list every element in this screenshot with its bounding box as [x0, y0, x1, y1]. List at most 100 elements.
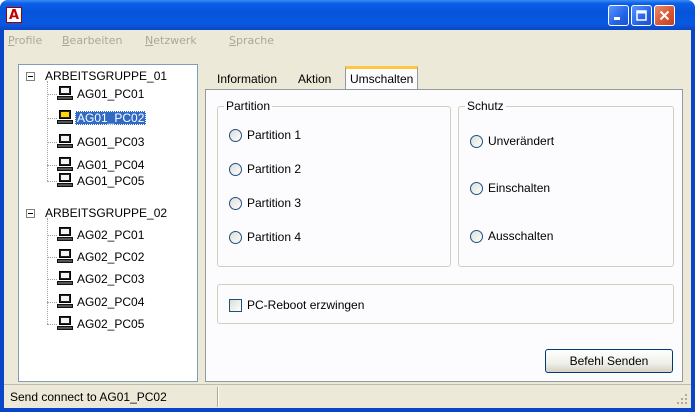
computer-connected-icon — [57, 109, 73, 125]
radio-unveraendert[interactable]: Unverändert — [470, 134, 554, 148]
tree-item-label: AG01_PC04 — [77, 158, 145, 172]
radio-button[interactable] — [470, 134, 483, 148]
radio-label: Partition 4 — [247, 230, 302, 244]
client-area: Profile Bearbeiten Netzwerk Sprache ARBE… — [4, 30, 691, 408]
tree-item-label: AG02_PC05 — [77, 317, 145, 331]
tree-item-label: AG02_PC01 — [77, 228, 145, 242]
app-window: A Profile Bearbeiten Netzwerk Sprache AR… — [0, 0, 695, 412]
reboot-checkbox-label: PC-Reboot erzwingen — [247, 298, 365, 312]
radio-label: Unverändert — [488, 134, 555, 148]
tree-item-label: AG01_PC03 — [77, 135, 145, 149]
tree-line — [47, 94, 57, 95]
radio-button[interactable] — [470, 181, 483, 195]
tree-line — [47, 279, 57, 280]
menu-bar: Profile Bearbeiten Netzwerk Sprache — [4, 30, 691, 52]
maximize-icon — [636, 10, 647, 21]
radio-button[interactable] — [229, 196, 242, 210]
tree-item-ag02-pc01[interactable]: AG02_PC01 — [75, 226, 146, 244]
partition-group-title: Partition — [224, 99, 273, 113]
schutz-group-title: Schutz — [465, 99, 506, 113]
tab-umschalten[interactable]: Umschalten — [345, 66, 419, 89]
maximize-button[interactable] — [631, 5, 652, 26]
computer-icon — [57, 85, 73, 101]
tree-line — [47, 257, 57, 258]
tree-item-ag02-pc05[interactable]: AG02_PC05 — [75, 315, 146, 333]
tree-item-ag02-pc03[interactable]: AG02_PC03 — [75, 270, 146, 288]
tab-control: Information Aktion Umschalten Partition … — [205, 66, 683, 382]
status-text: Send connect to AG01_PC02 — [10, 390, 167, 404]
radio-label: Ausschalten — [488, 229, 554, 243]
computer-icon — [57, 172, 73, 188]
tree-item-ag02-pc02[interactable]: AG02_PC02 — [75, 248, 146, 266]
computer-icon — [57, 293, 73, 309]
minimize-button[interactable] — [608, 5, 629, 26]
menu-bearbeiten-accel: B — [62, 34, 70, 47]
tree-line — [47, 302, 57, 303]
tree-group-label: ARBEITSGRUPPE_01 — [45, 69, 168, 83]
radio-button[interactable] — [229, 162, 242, 176]
tree-item-label: AG01_PC02 — [75, 111, 147, 125]
tree-item-ag01-pc03[interactable]: AG01_PC03 — [75, 133, 146, 151]
tree-group-arbeitsgruppe-02[interactable]: ARBEITSGRUPPE_02 — [43, 204, 169, 222]
reboot-group: PC-Reboot erzwingen — [217, 284, 674, 324]
radio-ausschalten[interactable]: Ausschalten — [470, 229, 553, 243]
reboot-checkbox-row[interactable]: PC-Reboot erzwingen — [229, 298, 364, 312]
menu-sprache[interactable]: Sprache — [229, 34, 274, 47]
tree-line — [47, 118, 57, 119]
tree-line — [47, 165, 57, 166]
send-command-button[interactable]: Befehl Senden — [545, 349, 673, 373]
menu-netzwerk[interactable]: Netzwerk — [145, 34, 197, 47]
tree-line — [47, 142, 57, 143]
computer-icon — [57, 133, 73, 149]
tree-item-label: AG02_PC03 — [77, 272, 145, 286]
expand-collapse-icon[interactable] — [26, 72, 35, 81]
radio-button[interactable] — [229, 230, 242, 244]
tree-item-label: AG02_PC02 — [77, 250, 145, 264]
tree-item-ag01-pc02[interactable]: AG01_PC02 — [75, 109, 147, 127]
menu-profile[interactable]: Profile — [8, 34, 42, 47]
computer-icon — [57, 270, 73, 286]
expand-collapse-icon[interactable] — [26, 209, 35, 218]
computer-icon — [57, 315, 73, 331]
tree-line — [47, 235, 57, 236]
radio-einschalten[interactable]: Einschalten — [470, 181, 550, 195]
radio-partition-3[interactable]: Partition 3 — [229, 196, 301, 210]
tab-aktion[interactable]: Aktion — [294, 68, 335, 89]
radio-button[interactable] — [229, 128, 242, 142]
radio-label: Partition 3 — [247, 196, 302, 210]
app-icon-letter: A — [8, 7, 20, 23]
radio-label: Partition 2 — [247, 162, 302, 176]
tab-label: Aktion — [298, 71, 332, 86]
menu-sprache-rest: prache — [235, 34, 275, 47]
tree-group-arbeitsgruppe-01[interactable]: ARBEITSGRUPPE_01 — [43, 67, 169, 85]
close-icon — [659, 10, 670, 21]
tree-item-label: AG01_PC05 — [77, 174, 145, 188]
tab-information[interactable]: Information — [213, 68, 281, 89]
menu-bearbeiten[interactable]: Bearbeiten — [62, 34, 122, 47]
radio-partition-4[interactable]: Partition 4 — [229, 230, 301, 244]
app-icon[interactable]: A — [6, 7, 22, 23]
resize-grip-icon[interactable] — [676, 393, 688, 405]
title-bar[interactable]: A — [0, 0, 695, 30]
reboot-checkbox[interactable] — [229, 298, 242, 312]
menu-sprache-accel: S — [229, 34, 236, 47]
tree-item-ag02-pc04[interactable]: AG02_PC04 — [75, 293, 146, 311]
tree-line — [47, 218, 48, 324]
tree-item-ag01-pc01[interactable]: AG01_PC01 — [75, 85, 146, 103]
workgroup-tree[interactable]: ARBEITSGRUPPE_01 AG01_PC01 AG01_PC02 AG0… — [18, 64, 198, 382]
schutz-group: Schutz Unverändert Einschalten Ausschalt… — [458, 99, 674, 267]
menu-bearbeiten-rest: earbeiten — [69, 34, 123, 47]
radio-label: Einschalten — [488, 181, 551, 195]
tree-line — [47, 324, 57, 325]
radio-partition-2[interactable]: Partition 2 — [229, 162, 301, 176]
minimize-icon — [614, 17, 620, 20]
radio-button[interactable] — [470, 229, 483, 243]
tree-item-ag01-pc05[interactable]: AG01_PC05 — [75, 172, 146, 190]
menu-profile-rest: rofile — [14, 34, 43, 47]
tree-item-label: AG01_PC01 — [77, 87, 145, 101]
radio-partition-1[interactable]: Partition 1 — [229, 128, 301, 142]
menu-netzwerk-rest: etzwerk — [153, 34, 197, 47]
computer-icon — [57, 248, 73, 264]
close-button[interactable] — [654, 5, 675, 26]
tree-line — [47, 181, 57, 182]
